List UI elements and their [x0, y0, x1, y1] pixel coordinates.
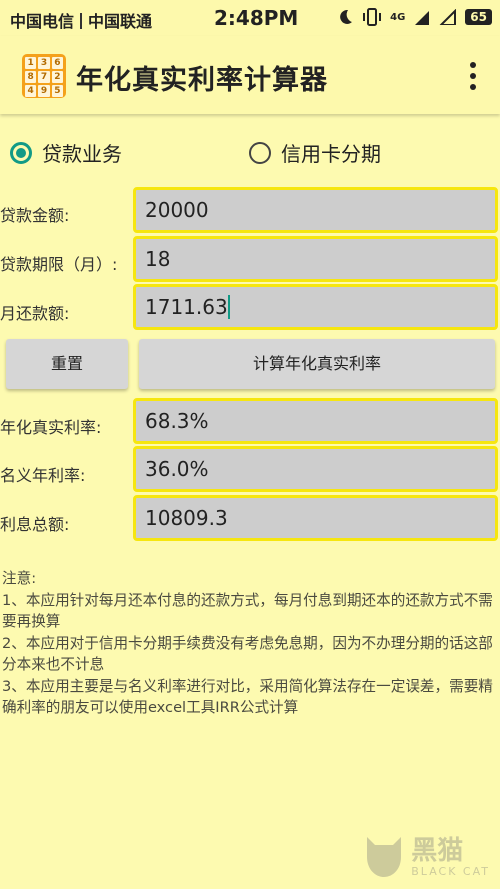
note-item-3: 3、本应用主要是与名义利率进行对比，采用简化算法存在一定误差，需要精确利率的朋友…: [2, 677, 493, 717]
notes-section: 注意: 1、本应用针对每月还本付息的还款方式，每月付息到期还本的还款方式不需要再…: [2, 568, 494, 719]
logo-digit: 9: [38, 85, 50, 97]
moon-icon: [340, 9, 353, 24]
radio-unchecked-icon: [249, 141, 271, 164]
app-toolbar: 136 872 495 年化真实利率计算器: [0, 36, 500, 114]
clock: 2:48PM: [214, 6, 299, 30]
carrier-divider: [80, 13, 83, 29]
carrier-1: 中国电信: [10, 12, 75, 31]
reset-button[interactable]: 重置: [6, 339, 128, 389]
loan-amount-label: 贷款金额:: [0, 206, 70, 225]
battery-indicator: 65: [465, 9, 492, 25]
calculate-button[interactable]: 计算年化真实利率: [139, 339, 495, 389]
logo-digit: 1: [25, 57, 37, 69]
radio-credit-installment[interactable]: 信用卡分期: [249, 138, 381, 167]
watermark-text: 黑猫: [411, 835, 464, 866]
real-rate-label: 年化真实利率:: [0, 418, 102, 437]
logo-digit: 5: [51, 85, 63, 97]
text-cursor: [227, 295, 230, 319]
note-item-2: 2、本应用对于信用卡分期手续费没有考虑免息期，因为不办理分期的话这部分本来也不计…: [2, 634, 493, 674]
cat-logo-icon: [367, 837, 402, 877]
monthly-payment-value: 1711.63: [145, 295, 228, 319]
vibrate-icon: [363, 8, 382, 26]
total-interest-output: 10809.3: [133, 495, 498, 541]
signal-icon-1: [415, 11, 430, 25]
logo-digit: 6: [51, 57, 63, 69]
radio-loan-label: 贷款业务: [42, 142, 122, 166]
status-icons: 4G 65: [336, 7, 492, 27]
app-title: 年化真实利率计算器: [76, 65, 328, 96]
status-bar: 中国电信 中国联通 2:48PM 4G 65: [0, 0, 500, 36]
monthly-payment-input[interactable]: 1711.63: [133, 284, 498, 330]
logo-digit: 3: [38, 57, 50, 69]
logo-digit: 4: [25, 85, 37, 97]
loan-term-label: 贷款期限（月）:: [0, 255, 118, 274]
carrier-2: 中国联通: [88, 12, 153, 31]
radio-credit-label: 信用卡分期: [281, 142, 381, 166]
radio-checked-icon: [10, 141, 32, 164]
signal-icon-2: [439, 9, 457, 25]
loan-term-input[interactable]: 18: [133, 236, 498, 282]
real-rate-output: 68.3%: [133, 398, 498, 444]
note-item-1: 1、本应用针对每月还本付息的还款方式，每月付息到期还本的还款方式不需要再换算: [2, 591, 493, 631]
nominal-rate-label: 名义年利率:: [0, 466, 86, 485]
notes-title: 注意:: [2, 570, 37, 587]
loan-amount-input[interactable]: 20000: [133, 187, 498, 233]
total-interest-label: 利息总额:: [0, 515, 70, 534]
radio-loan[interactable]: 贷款业务: [10, 138, 122, 167]
overflow-menu-icon[interactable]: [470, 62, 476, 90]
watermark-subtext: BLACK CAT: [411, 864, 490, 878]
carrier-info: 中国电信 中国联通: [10, 8, 152, 32]
logo-digit: 8: [25, 71, 37, 83]
monthly-payment-label: 月还款额:: [0, 304, 70, 323]
mode-radio-group: 贷款业务 信用卡分期: [0, 136, 500, 170]
app-logo-icon: 136 872 495: [22, 54, 66, 98]
logo-digit: 2: [51, 71, 63, 83]
nominal-rate-output: 36.0%: [133, 446, 498, 492]
watermark: 黑猫 BLACK CAT: [361, 833, 490, 881]
network-type: 4G: [390, 11, 406, 23]
logo-digit: 7: [38, 71, 50, 83]
